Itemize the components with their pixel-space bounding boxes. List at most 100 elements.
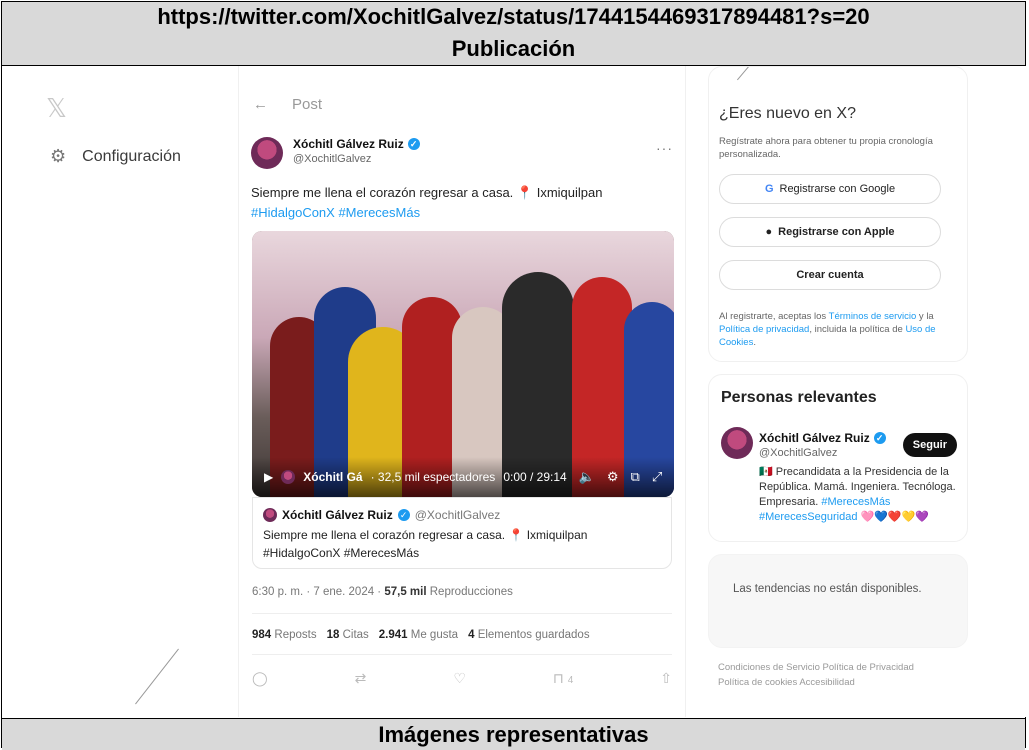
divider: [252, 613, 672, 614]
quotes-count: 18: [326, 629, 340, 641]
decorative-line: [135, 648, 179, 705]
verified-badge-icon: ✓: [407, 138, 420, 150]
video-channel: Xóchitl Gá: [303, 470, 363, 484]
quote-name: Xóchitl Gálvez Ruiz: [282, 508, 393, 522]
quotes-label: Citas: [342, 629, 369, 641]
quoted-tweet[interactable]: Xóchitl Gálvez Ruiz ✓ @XochitlGalvez Sie…: [252, 497, 672, 569]
nav-item-configuracion[interactable]: ⚙ Configuración: [50, 146, 181, 167]
tweet-stats: 984 Reposts 18 Citas 2.941 Me gusta 4 El…: [252, 629, 590, 641]
quotes-stat[interactable]: 18 Citas: [327, 629, 369, 641]
likes-count: 2.941: [378, 629, 408, 641]
signup-title: ¿Eres nuevo en X?: [719, 105, 856, 122]
play-icon[interactable]: ▶: [264, 470, 273, 484]
saves-label: Elementos guardados: [477, 629, 590, 641]
tweet-datetime[interactable]: 6:30 p. m. · 7 ene. 2024 ·: [252, 586, 384, 598]
document-frame: https://twitter.com/XochitlGalvez/status…: [1, 1, 1027, 750]
trends-card: Las tendencias no están disponibles.: [708, 554, 968, 648]
x-logo-icon[interactable]: 𝕏: [46, 94, 67, 124]
privacy-link[interactable]: Política de privacidad: [719, 324, 809, 335]
trends-message: Las tendencias no están disponibles.: [733, 583, 922, 595]
tweet-body: Siempre me llena el corazón regresar a c…: [251, 185, 517, 200]
relevant-handle[interactable]: @XochitlGalvez: [759, 447, 963, 459]
quote-handle: @XochitlGalvez: [414, 508, 501, 522]
legal-text: Al registrarte, aceptas los: [719, 311, 829, 322]
footer-links[interactable]: Condiciones de Servicio Política de Priv…: [718, 660, 968, 675]
avatar[interactable]: [721, 427, 753, 459]
reposts-label: Reposts: [274, 629, 317, 641]
saves-count: 4: [468, 629, 475, 641]
back-arrow-icon[interactable]: ←: [253, 96, 268, 113]
author-name-row: Xóchitl Gálvez Ruiz ✓: [293, 137, 420, 151]
legal-text: y la: [916, 311, 934, 322]
screenshot: 𝕏 ⚙ Configuración ← Post Xóchitl Gálvez …: [2, 66, 1027, 717]
signup-google-button[interactable]: G Registrarse con Google: [719, 174, 941, 204]
post-header: ← Post: [253, 96, 322, 113]
video-controls: ▶ Xóchitl Gá · 32,5 mil espectadores 0:0…: [252, 457, 674, 497]
reposts-stat[interactable]: 984 Reposts: [252, 629, 317, 641]
fullscreen-icon[interactable]: ⤢: [652, 469, 662, 485]
video-time: 0:00 / 29:14: [503, 470, 567, 484]
gear-icon: ⚙: [50, 146, 67, 166]
more-options-icon[interactable]: ···: [656, 140, 673, 156]
verified-badge-icon: ✓: [397, 509, 410, 521]
tweet-actions: ◯ ⇄ ♡ ⊓ 4 ⇧: [252, 670, 672, 687]
pip-icon[interactable]: ⧉: [631, 469, 640, 485]
signup-apple-label: Registrarse con Apple: [778, 226, 895, 238]
divider: [252, 654, 672, 655]
share-icon[interactable]: ⇧: [660, 670, 672, 687]
reposts-count: 984: [252, 629, 272, 641]
reply-icon[interactable]: ◯: [252, 670, 268, 687]
create-account-button[interactable]: Crear cuenta: [719, 260, 941, 290]
relevant-name[interactable]: Xóchitl Gálvez Ruiz: [759, 431, 870, 445]
video-viewers: · 32,5 mil espectadores: [370, 470, 496, 484]
apple-icon: ●: [765, 226, 773, 238]
tweet-place: Ixmiquilpan: [533, 185, 603, 200]
volume-icon[interactable]: 🔈: [579, 469, 595, 485]
google-icon: G: [764, 183, 774, 195]
quote-author: Xóchitl Gálvez Ruiz ✓ @XochitlGalvez: [263, 508, 661, 522]
footer-links[interactable]: Política de cookies Accesibilidad: [718, 675, 968, 690]
avatar: [263, 508, 277, 522]
relevant-title: Personas relevantes: [721, 389, 877, 406]
bio-hearts: 🩷💙❤️💛💜: [857, 511, 930, 523]
like-icon[interactable]: ♡: [453, 670, 466, 687]
tweet-author[interactable]: Xóchitl Gálvez Ruiz ✓ @XochitlGalvez: [251, 137, 420, 169]
tweet-meta: 6:30 p. m. · 7 ene. 2024 · 57,5 mil Repr…: [252, 586, 513, 598]
likes-stat[interactable]: 2.941 Me gusta: [379, 629, 458, 641]
signup-google-label: Registrarse con Google: [779, 183, 896, 195]
channel-avatar: [281, 470, 296, 484]
signup-card: ¿Eres nuevo en X? Regístrate ahora para …: [708, 66, 968, 362]
signup-legal: Al registrarte, aceptas los Términos de …: [719, 310, 955, 349]
nav-item-label: Configuración: [82, 147, 181, 165]
tweet-hashtags[interactable]: #HidalgoConX #MerecesMás: [251, 205, 420, 220]
repost-icon[interactable]: ⇄: [355, 670, 367, 687]
post-column: ← Post Xóchitl Gálvez Ruiz ✓ @XochitlGal…: [238, 66, 686, 717]
tweet-text: Siempre me llena el corazón regresar a c…: [251, 183, 671, 223]
bookmark-count: 4: [567, 675, 574, 686]
url-band: https://twitter.com/XochitlGalvez/status…: [2, 2, 1025, 33]
views-label: Reproducciones: [426, 586, 513, 598]
legal-text: .: [753, 337, 756, 348]
author-handle[interactable]: @XochitlGalvez: [293, 153, 420, 165]
signup-subtitle: Regístrate ahora para obtener tu propia …: [719, 136, 933, 160]
legal-text: , incluida la política de: [809, 324, 906, 335]
settings-icon[interactable]: ⚙: [607, 469, 619, 485]
pin-icon: 📍: [516, 185, 534, 200]
terms-link[interactable]: Términos de servicio: [829, 311, 917, 322]
likes-label: Me gusta: [410, 629, 459, 641]
signup-apple-button[interactable]: ● Registrarse con Apple: [719, 217, 941, 247]
sidebar-footer: Condiciones de Servicio Política de Priv…: [718, 660, 968, 690]
author-name[interactable]: Xóchitl Gálvez Ruiz: [293, 137, 404, 151]
images-title: Imágenes representativas: [2, 718, 1025, 750]
section-title: Publicación: [2, 32, 1025, 66]
relevant-person: Xóchitl Gálvez Ruiz ✓ @XochitlGalvez 🇲🇽 …: [759, 431, 963, 525]
video-control-icons: 🔈 ⚙ ⧉ ⤢: [579, 469, 663, 485]
video-player[interactable]: ▶ Xóchitl Gá · 32,5 mil espectadores 0:0…: [252, 231, 674, 497]
views-count: 57,5 mil: [384, 586, 427, 598]
saves-stat[interactable]: 4 Elementos guardados: [468, 629, 590, 641]
avatar[interactable]: [251, 137, 283, 169]
quote-text: Siempre me llena el corazón regresar a c…: [263, 528, 588, 560]
bookmark-button[interactable]: ⊓ 4: [553, 670, 573, 687]
bookmark-icon: ⊓: [552, 670, 564, 686]
post-header-title: Post: [292, 96, 323, 113]
